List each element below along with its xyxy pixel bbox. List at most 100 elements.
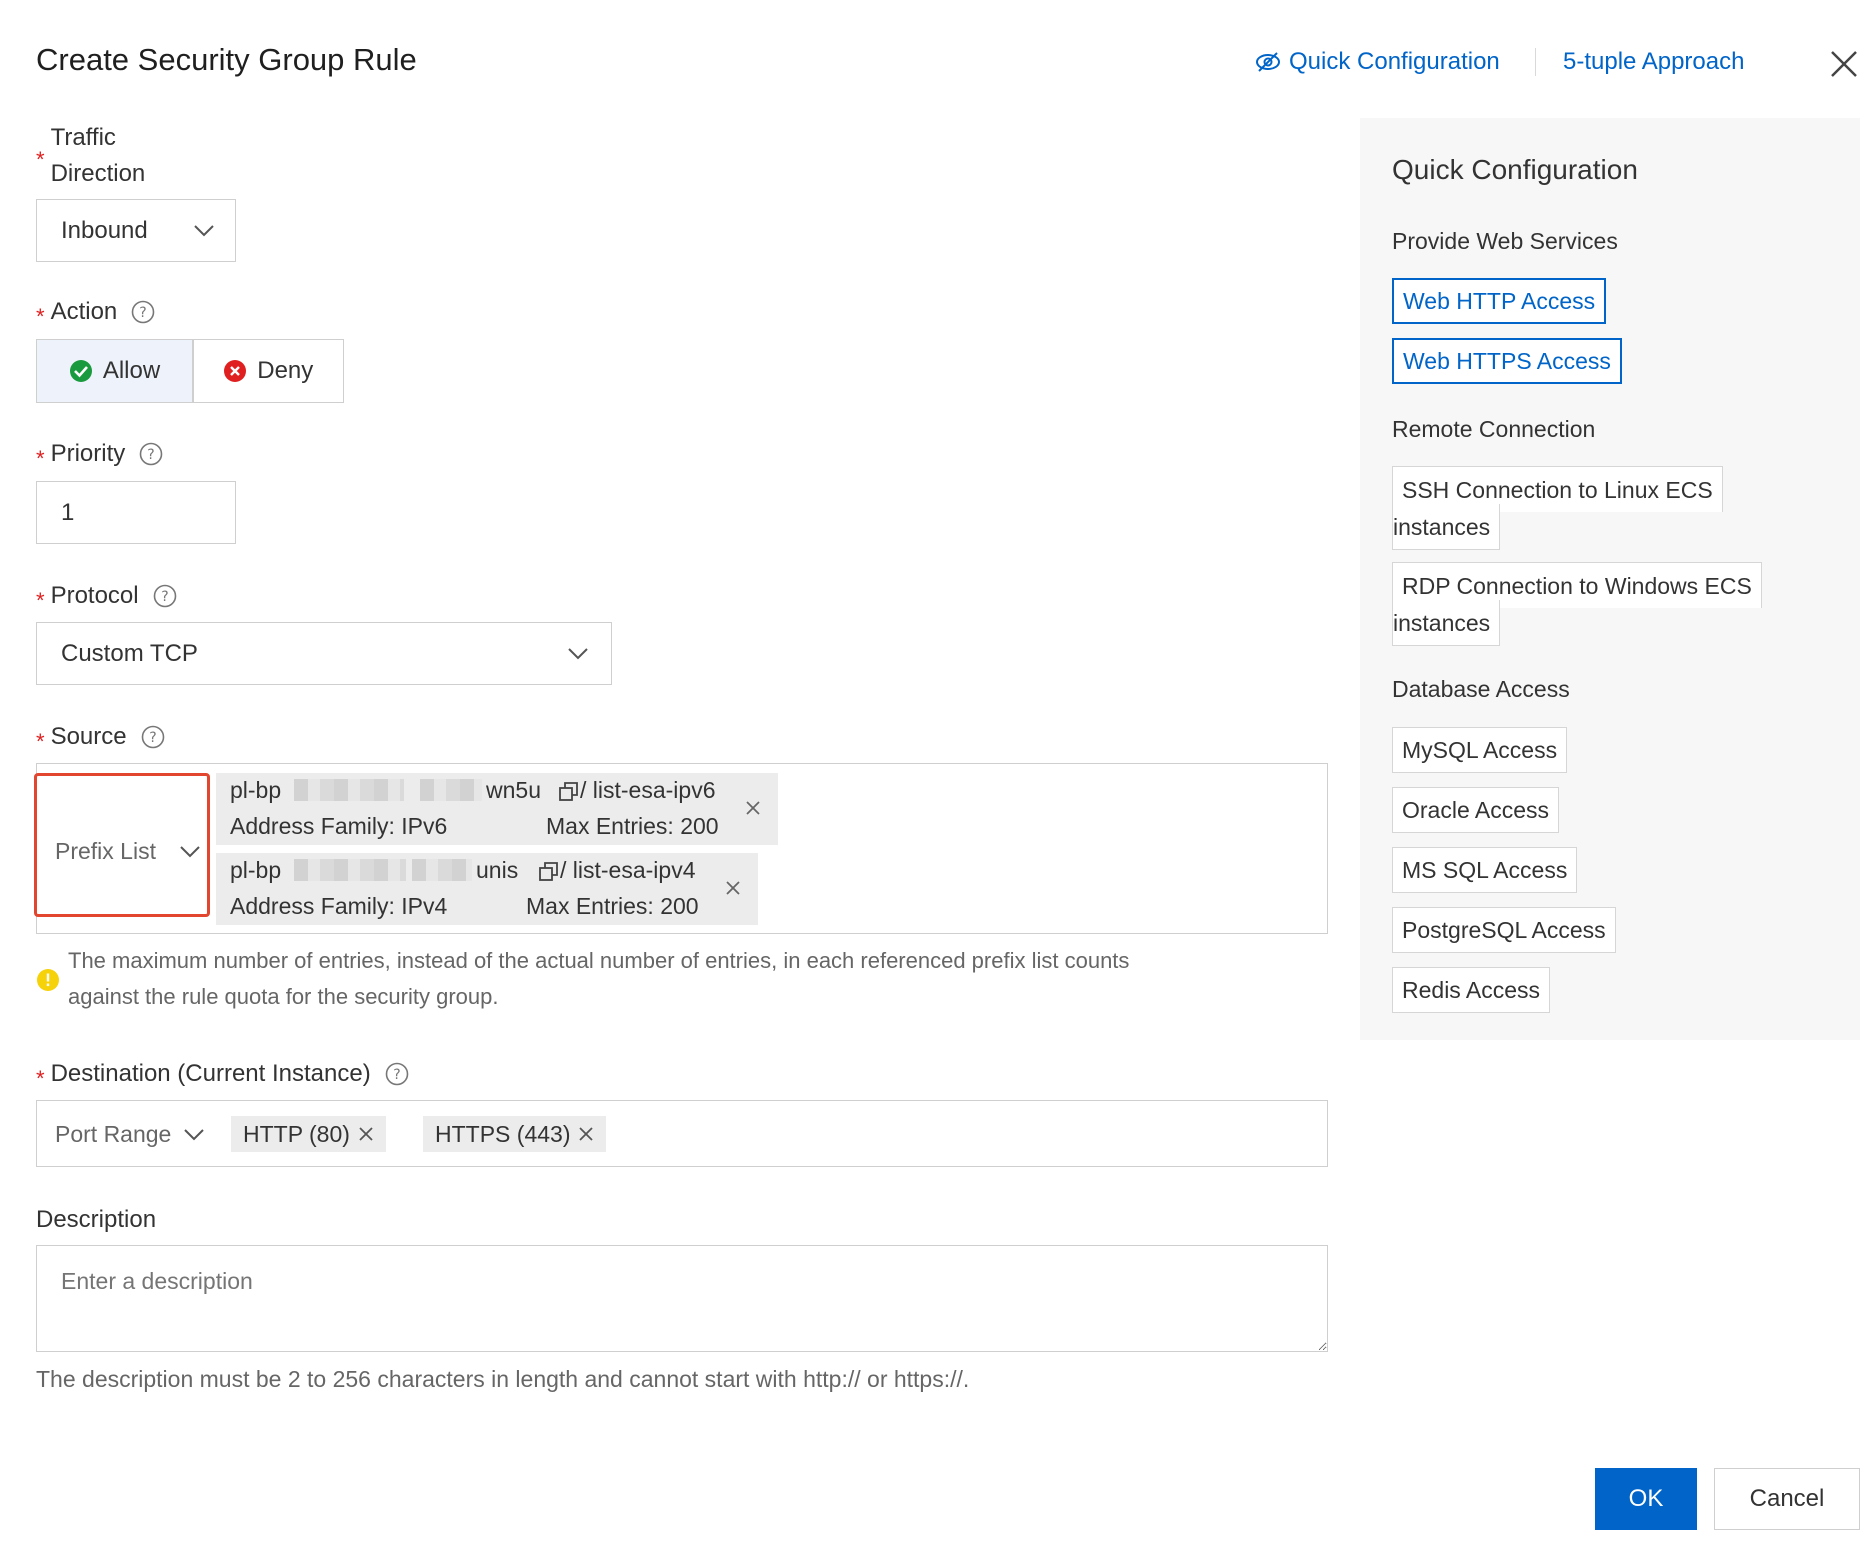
help-icon[interactable]: ?	[139, 442, 163, 466]
help-icon[interactable]: ?	[141, 725, 165, 749]
required-asterisk: *	[36, 147, 45, 172]
rdp-windows-button[interactable]: RDP Connection to Windows ECS instances	[1392, 562, 1812, 648]
port-tag-https: HTTPS (443)	[423, 1116, 607, 1152]
quick-configuration-panel: Quick Configuration Provide Web Services…	[1360, 118, 1860, 1040]
chevron-down-icon	[568, 648, 588, 660]
svg-text:?: ?	[149, 730, 156, 746]
allow-option-label: Allow	[102, 357, 161, 384]
traffic-direction-select[interactable]: Inbound	[36, 199, 236, 262]
action-label: * Action ?	[36, 298, 155, 330]
help-icon[interactable]: ?	[131, 300, 155, 324]
description-label: Description	[36, 1206, 157, 1233]
prefix-list-warning-line2: against the rule quota for the security …	[68, 984, 499, 1009]
prefix-list-id-start: pl-bp	[230, 777, 282, 803]
protocol-label: * Protocol ?	[36, 582, 177, 614]
source-label-text: Source	[50, 723, 127, 750]
protocol-label-text: Protocol	[50, 582, 139, 609]
close-circle-icon	[224, 360, 247, 382]
svg-text:?: ?	[161, 589, 168, 605]
prefix-list-tag: pl-bp unis / list-esa-ipv4 Address Famil…	[216, 853, 758, 925]
traffic-direction-value: Inbound	[61, 217, 148, 244]
prefix-list-family: Address Family: IPv6	[230, 813, 448, 839]
header-separator	[1535, 48, 1536, 76]
close-icon	[1831, 51, 1857, 77]
protocol-select[interactable]: Custom TCP	[36, 622, 612, 685]
postgresql-access-button[interactable]: PostgreSQL Access	[1392, 907, 1616, 953]
prefix-list-tag: pl-bp wn5u / list-esa-ipv6 Address Famil…	[216, 773, 778, 845]
required-asterisk: *	[36, 729, 45, 754]
oracle-access-button[interactable]: Oracle Access	[1392, 787, 1559, 833]
allow-option[interactable]: Allow	[37, 340, 192, 402]
ok-button[interactable]: OK	[1595, 1468, 1697, 1530]
help-icon[interactable]: ?	[153, 584, 177, 608]
quick-panel-title: Quick Configuration	[1392, 154, 1638, 185]
dialog-title: Create Security Group Rule	[36, 42, 417, 77]
prefix-list-id-end: wn5u	[486, 777, 541, 803]
warning-icon	[37, 969, 59, 991]
chevron-down-icon	[184, 1128, 205, 1140]
priority-label: * Priority ?	[36, 440, 163, 472]
eye-slash-icon	[1256, 52, 1280, 72]
port-tag-label: HTTP (80)	[243, 1120, 350, 1147]
priority-input[interactable]: 1	[36, 481, 236, 544]
web-services-heading: Provide Web Services	[1392, 228, 1618, 254]
chevron-down-icon	[180, 846, 200, 858]
rdp-windows-button-line2: instances	[1392, 600, 1501, 646]
close-button[interactable]	[1824, 44, 1864, 84]
quick-configuration-link[interactable]: Quick Configuration	[1255, 48, 1500, 76]
port-tag-http: HTTP (80)	[231, 1116, 386, 1152]
destination-type-select[interactable]: Port Range	[55, 1121, 205, 1148]
source-type-select[interactable]: Prefix List	[34, 773, 210, 917]
destination-label: * Destination (Current Instance) ?	[36, 1060, 409, 1092]
prefix-list-warning-line1: The maximum number of entries, instead o…	[68, 948, 1130, 973]
destination-field[interactable]: Port Range HTTP (80) HTTPS (443)	[36, 1100, 1328, 1167]
remove-tag-icon[interactable]	[724, 879, 742, 897]
description-textarea[interactable]	[36, 1245, 1328, 1352]
redis-access-button[interactable]: Redis Access	[1392, 967, 1551, 1013]
required-asterisk: *	[36, 1066, 45, 1091]
required-asterisk: *	[36, 446, 45, 471]
prefix-list-id-end: unis	[476, 857, 519, 883]
mssql-access-button[interactable]: MS SQL Access	[1392, 847, 1578, 893]
traffic-direction-label-line1: Traffic	[50, 124, 116, 151]
destination-type-value: Port Range	[55, 1121, 172, 1147]
prefix-list-max-entries: Max Entries: 200	[526, 893, 699, 919]
redacted-id	[420, 779, 482, 801]
chevron-down-icon	[194, 225, 214, 237]
remove-tag-icon[interactable]	[578, 1126, 594, 1142]
priority-value: 1	[61, 499, 75, 526]
prefix-list-warning: The maximum number of entries, instead o…	[68, 943, 1338, 1015]
source-label: * Source ?	[36, 723, 165, 755]
svg-text:?: ?	[393, 1067, 400, 1083]
remove-tag-icon[interactable]	[744, 799, 762, 817]
prefix-list-name: / list-esa-ipv6	[580, 777, 716, 803]
mysql-access-button[interactable]: MySQL Access	[1392, 727, 1568, 773]
required-asterisk: *	[36, 304, 45, 329]
web-http-access-button[interactable]: Web HTTP Access	[1392, 278, 1607, 324]
remote-connection-heading: Remote Connection	[1392, 416, 1596, 442]
prefix-list-family: Address Family: IPv4	[230, 893, 448, 919]
priority-label-text: Priority	[50, 440, 126, 467]
quick-configuration-link-label: Quick Configuration	[1289, 48, 1500, 75]
copy-icon[interactable]	[538, 861, 560, 883]
svg-text:?: ?	[140, 305, 147, 321]
ssh-linux-button[interactable]: SSH Connection to Linux ECS instances	[1392, 466, 1792, 552]
prefix-list-name: / list-esa-ipv4	[560, 857, 696, 883]
source-type-value: Prefix List	[55, 838, 156, 864]
redacted-id	[294, 859, 406, 881]
deny-option-label: Deny	[257, 357, 314, 384]
description-hint: The description must be 2 to 256 charact…	[36, 1366, 970, 1392]
copy-icon[interactable]	[558, 781, 580, 803]
help-icon[interactable]: ?	[385, 1062, 409, 1086]
action-segmented-control[interactable]: Allow Deny	[36, 339, 344, 403]
action-label-text: Action	[50, 298, 118, 325]
traffic-direction-label-line2: Direction	[50, 160, 146, 187]
cancel-button[interactable]: Cancel	[1714, 1468, 1860, 1530]
prefix-list-id-start: pl-bp	[230, 857, 282, 883]
remove-tag-icon[interactable]	[358, 1126, 374, 1142]
deny-option[interactable]: Deny	[194, 340, 344, 402]
five-tuple-approach-link[interactable]: 5-tuple Approach	[1563, 48, 1744, 76]
required-asterisk: *	[36, 588, 45, 613]
destination-label-text: Destination (Current Instance)	[50, 1060, 371, 1087]
web-https-access-button[interactable]: Web HTTPS Access	[1392, 338, 1622, 384]
